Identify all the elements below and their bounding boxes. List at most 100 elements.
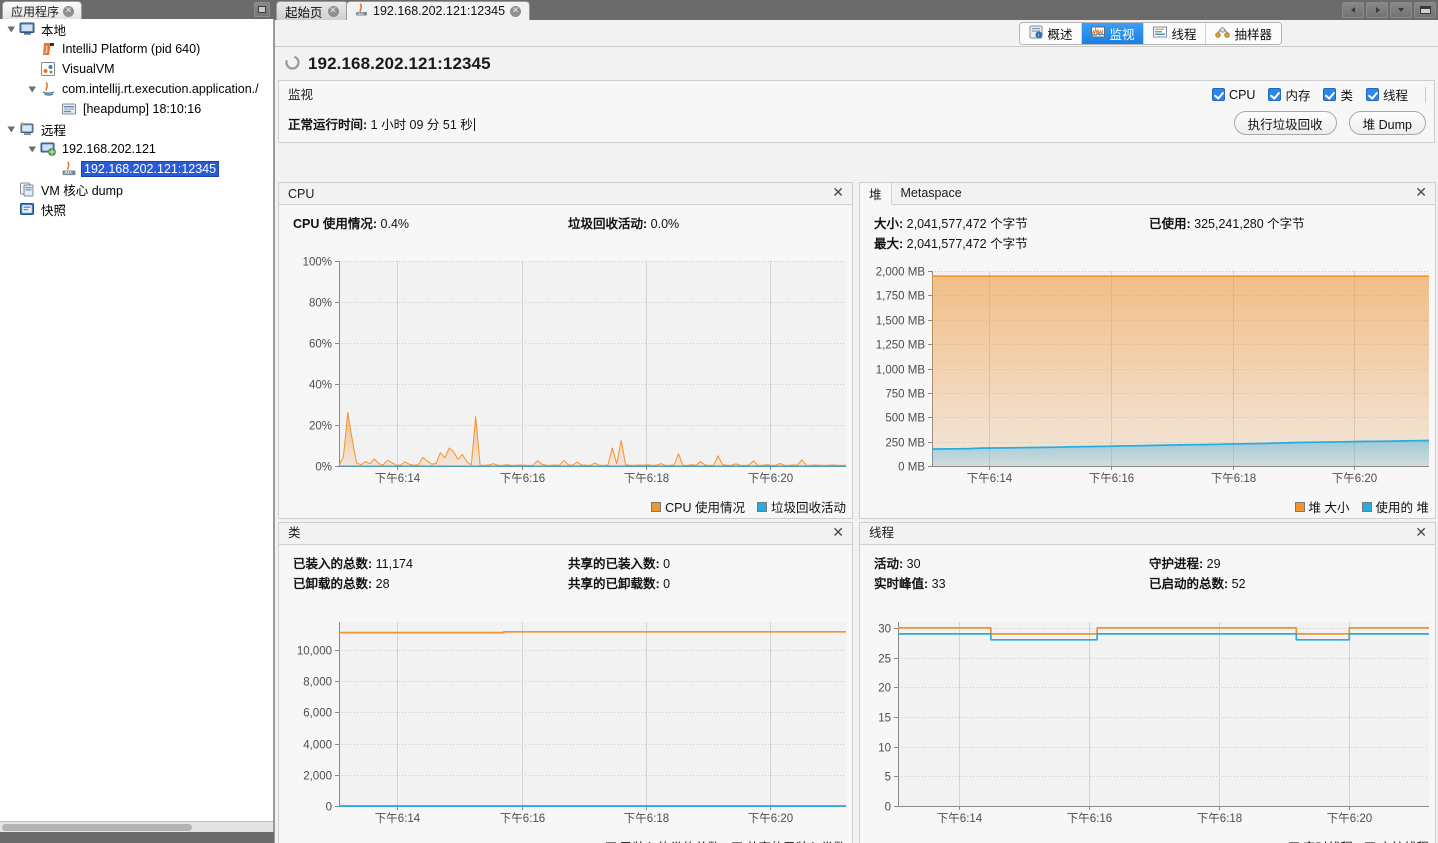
checkbox-classes-box[interactable] bbox=[1323, 88, 1336, 101]
intellij-icon: J bbox=[39, 40, 57, 58]
checkbox-threads-box[interactable] bbox=[1366, 88, 1379, 101]
threads-stats: 活动: 30 守护进程: 29 实时峰值: 33 已启动的总数: 52 bbox=[860, 545, 1435, 593]
legend-label: CPU 使用情况 bbox=[665, 497, 745, 516]
tree-item-2[interactable]: VisualVM bbox=[0, 59, 273, 79]
heap-tab[interactable]: 堆 bbox=[860, 183, 892, 205]
classes-chart[interactable]: 02,0004,0006,0008,00010,000下午6:14下午6:16下… bbox=[279, 614, 852, 843]
classes-loaded-label: 已装入的总数: bbox=[293, 557, 372, 571]
close-icon[interactable]: ✕ bbox=[63, 6, 74, 17]
tab-overview[interactable]: i 概述 bbox=[1020, 23, 1082, 44]
tab-start-page[interactable]: 起始页 ✕ bbox=[276, 1, 348, 20]
threads-chart[interactable]: 051015202530下午6:14下午6:16下午6:18下午6:20实时线程… bbox=[860, 614, 1435, 843]
tree-item-7[interactable]: JMX192.168.202.121:12345 bbox=[0, 159, 273, 179]
perform-gc-button[interactable]: 执行垃圾回收 bbox=[1234, 111, 1337, 135]
close-icon[interactable]: ✕ bbox=[1415, 186, 1427, 200]
tree-item-1[interactable]: JIntelliJ Platform (pid 640) bbox=[0, 39, 273, 59]
tree-item-4[interactable]: [heapdump] 18:10:16 bbox=[0, 99, 273, 119]
minimize-icon[interactable] bbox=[254, 2, 270, 17]
close-icon[interactable]: ✕ bbox=[832, 186, 844, 200]
chevron-down-icon[interactable] bbox=[25, 139, 39, 159]
close-icon[interactable]: ✕ bbox=[328, 6, 339, 17]
cpu-chart[interactable]: 0%20%40%60%80%100%下午6:14下午6:16下午6:18下午6:… bbox=[279, 253, 852, 518]
prev-tab-arrow[interactable] bbox=[1342, 2, 1364, 18]
checkbox-classes[interactable]: 类 bbox=[1323, 85, 1353, 104]
tab-monitor[interactable]: 监视 bbox=[1082, 23, 1144, 44]
tree-item-5[interactable]: 远程 bbox=[0, 119, 273, 139]
heap-stats: 大小: 2,041,577,472 个字节 已使用: 325,241,280 个… bbox=[860, 205, 1435, 253]
tab-sampler[interactable]: 抽样器 bbox=[1206, 23, 1281, 44]
x-axis-tick-label: 下午6:20 bbox=[748, 812, 793, 825]
checkbox-cpu[interactable]: CPU bbox=[1212, 88, 1255, 102]
close-icon[interactable]: ✕ bbox=[1415, 526, 1427, 540]
y-axis-tick-label: 2,000 bbox=[303, 771, 332, 783]
jmx-icon: JMX bbox=[60, 160, 78, 178]
tab-threads[interactable]: 线程 bbox=[1144, 23, 1206, 44]
tree-item-0[interactable]: 本地 bbox=[0, 19, 273, 39]
tree-item-3[interactable]: com.intellij.rt.execution.application./ bbox=[0, 79, 273, 99]
x-axis-tick-label: 下午6:16 bbox=[1067, 812, 1112, 825]
chevron-down-icon[interactable] bbox=[4, 119, 18, 139]
monitor-section-label: 监视 bbox=[279, 84, 313, 103]
coredump-icon bbox=[18, 180, 36, 198]
y-axis-tick-label: 10,000 bbox=[297, 646, 332, 658]
checkbox-memory-box[interactable] bbox=[1268, 88, 1281, 101]
applications-tab[interactable]: 应用程序 ✕ bbox=[2, 1, 82, 19]
threads-panel-header: 线程 ✕ bbox=[860, 523, 1435, 545]
series-area-0 bbox=[932, 276, 1429, 466]
tree-item-6[interactable]: 192.168.202.121 bbox=[0, 139, 273, 159]
threads-peak-value: 33 bbox=[932, 577, 946, 591]
checkbox-cpu-box[interactable] bbox=[1212, 88, 1225, 101]
legend-item: 使用的 堆 bbox=[1362, 497, 1429, 516]
legend-item: 实时线程 bbox=[1289, 837, 1353, 843]
scrollbar-thumb[interactable] bbox=[2, 824, 192, 831]
visualvm-window: 应用程序 ✕ 本地JIntelliJ Platform (pid 640)Vis… bbox=[0, 0, 1438, 843]
y-axis-tick-label: 1,500 MB bbox=[876, 316, 926, 328]
chevron-down-icon[interactable] bbox=[25, 79, 39, 99]
tree-item-9[interactable]: 快照 bbox=[0, 199, 273, 219]
horizontal-scrollbar[interactable] bbox=[0, 821, 274, 832]
monitor-section-header: 监视 CPU 内存 类 线程 bbox=[278, 80, 1435, 105]
snapshot-icon bbox=[18, 200, 36, 218]
page-title: 192.168.202.121:12345 bbox=[308, 54, 491, 74]
series-line-0 bbox=[339, 632, 846, 633]
checkbox-memory[interactable]: 内存 bbox=[1268, 85, 1310, 104]
y-axis-tick-label: 10 bbox=[878, 743, 891, 755]
maximize-button[interactable] bbox=[1414, 2, 1436, 18]
x-axis-tick-label: 下午6:20 bbox=[1332, 472, 1377, 485]
tab-list-dropdown[interactable] bbox=[1390, 2, 1412, 18]
applications-tabbar: 应用程序 ✕ bbox=[0, 0, 274, 19]
next-tab-arrow[interactable] bbox=[1366, 2, 1388, 18]
x-axis-tick-label: 下午6:18 bbox=[624, 472, 669, 485]
svg-text:JMX: JMX bbox=[63, 170, 72, 175]
tab-start-page-label: 起始页 bbox=[285, 2, 323, 21]
x-axis-tick-label: 下午6:20 bbox=[748, 472, 793, 485]
chevron-down-icon[interactable] bbox=[4, 19, 18, 39]
classes-panel-title: 类 bbox=[279, 522, 301, 544]
tab-jmx-connection[interactable]: JMX 192.168.202.121:12345 ✕ bbox=[346, 1, 530, 20]
y-axis-tick-label: 0 bbox=[326, 802, 332, 814]
heap-dump-button[interactable]: 堆 Dump bbox=[1349, 111, 1426, 135]
cpu-panel-title: CPU bbox=[279, 187, 314, 204]
tree-item-8[interactable]: VM 核心 dump bbox=[0, 179, 273, 199]
legend-item: 垃圾回收活动 bbox=[757, 497, 846, 516]
classes-unloaded-label: 已卸载的总数: bbox=[293, 577, 372, 591]
tree-item-label: 快照 bbox=[39, 199, 68, 220]
window-controls bbox=[1342, 2, 1436, 18]
classes-stats: 已装入的总数: 11,174 共享的已装入数: 0 已卸载的总数: 28 共享的… bbox=[279, 545, 852, 593]
heap-chart[interactable]: 0 MB250 MB500 MB750 MB1,000 MB1,250 MB1,… bbox=[860, 263, 1435, 518]
legend-label: 使用的 堆 bbox=[1376, 497, 1429, 516]
applications-tab-label: 应用程序 bbox=[11, 3, 59, 20]
threads-live-label: 活动: bbox=[874, 557, 903, 571]
tree-item-label: 远程 bbox=[39, 119, 68, 140]
checkbox-threads[interactable]: 线程 bbox=[1366, 85, 1408, 104]
close-icon[interactable]: ✕ bbox=[510, 6, 521, 17]
applications-tree[interactable]: 本地JIntelliJ Platform (pid 640)VisualVMco… bbox=[0, 19, 274, 832]
y-axis-tick-label: 40% bbox=[309, 380, 332, 392]
tree-spacer bbox=[46, 159, 60, 179]
x-axis-tick-label: 下午6:14 bbox=[375, 812, 421, 825]
page-header: 192.168.202.121:12345 bbox=[275, 47, 1438, 80]
close-icon[interactable]: ✕ bbox=[832, 526, 844, 540]
visualvm-icon bbox=[39, 60, 57, 78]
y-axis-tick-label: 500 MB bbox=[885, 413, 925, 425]
metaspace-tab[interactable]: Metaspace bbox=[892, 182, 971, 204]
